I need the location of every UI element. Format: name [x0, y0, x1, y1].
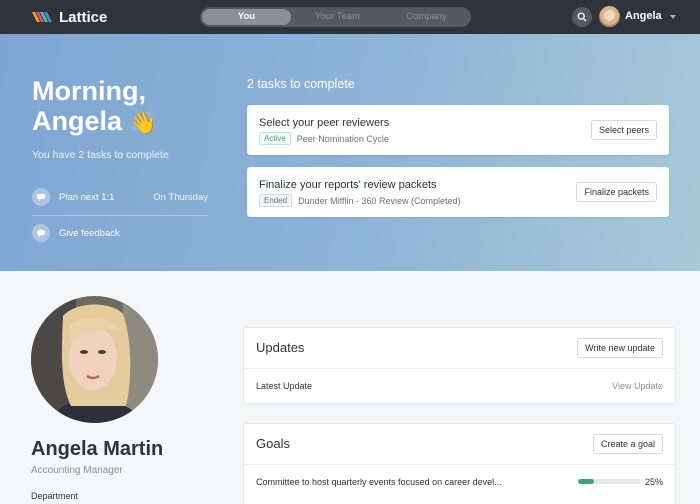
give-feedback[interactable]: Give feedback: [32, 222, 208, 244]
status-badge: Active: [259, 132, 291, 145]
search-icon: [577, 12, 587, 22]
task-cycle: Dunder Mifflin - 360 Review (Completed): [298, 195, 461, 206]
tab-company[interactable]: Company: [382, 7, 471, 27]
tab-your-team[interactable]: Your Team: [293, 7, 382, 27]
status-badge: Ended: [259, 194, 293, 207]
top-nav: Lattice You Your Team Company Angela: [0, 0, 700, 34]
goal-title[interactable]: Committee to host quarterly events focus…: [256, 477, 502, 487]
quick-action-label: Give feedback: [59, 227, 120, 239]
updates-card: Updates Write new update Latest Update V…: [243, 327, 676, 404]
task-card: Finalize your reports' review packets En…: [247, 167, 669, 217]
goal-progress-fill: [578, 479, 594, 484]
task-title: Finalize your reports' review packets: [259, 179, 437, 191]
write-new-update-button[interactable]: Write new update: [577, 338, 663, 358]
task-card: Select your peer reviewers Active Peer N…: [247, 105, 669, 155]
quick-action-label: Plan next 1:1: [59, 191, 115, 203]
plan-next-one-on-one[interactable]: Plan next 1:1 On Thursday: [32, 186, 208, 208]
lattice-logo-icon: [32, 12, 52, 22]
department-label: Department: [31, 491, 79, 501]
search-button[interactable]: [572, 7, 592, 27]
greeting-line-2: Angela 👋: [32, 106, 157, 138]
user-menu-name[interactable]: Angela: [625, 10, 662, 22]
goals-card: Goals Create a goal Committee to host qu…: [243, 423, 676, 504]
greeting-name: Angela: [32, 106, 123, 136]
select-peers-button[interactable]: Select peers: [590, 120, 657, 140]
tasks-heading: 2 tasks to complete: [247, 77, 355, 91]
profile-name: Angela Martin: [31, 438, 164, 460]
waving-hand-icon: 👋: [129, 110, 157, 135]
latest-update-label: Latest Update: [256, 381, 313, 391]
list-item: Latest Update View Update: [244, 369, 675, 403]
chat-bubble-icon: [32, 188, 50, 206]
view-update-link[interactable]: View Update: [612, 381, 663, 391]
profile-photo: [31, 296, 158, 423]
task-title: Select your peer reviewers: [259, 117, 390, 129]
create-goal-button[interactable]: Create a goal: [592, 434, 663, 454]
updates-header: Updates Write new update: [244, 328, 675, 369]
goal-progress-percent: 25%: [644, 477, 663, 487]
task-meta: Active Peer Nomination Cycle: [259, 132, 389, 145]
profile-role: Accounting Manager: [31, 465, 123, 476]
finalize-packets-button[interactable]: Finalize packets: [576, 182, 657, 202]
feedback-bubble-icon: [32, 224, 50, 242]
quick-action-meta: On Thursday: [153, 191, 208, 203]
divider: [32, 215, 208, 216]
chevron-down-icon[interactable]: [670, 15, 676, 19]
tab-you[interactable]: You: [202, 9, 291, 25]
goals-title: Goals: [256, 436, 290, 451]
goal-progress-bar: [578, 479, 641, 484]
tasks-summary: You have 2 tasks to complete: [32, 149, 169, 161]
goals-header: Goals Create a goal: [244, 424, 675, 465]
updates-title: Updates: [256, 340, 305, 355]
view-switcher: You Your Team Company: [200, 7, 471, 27]
avatar[interactable]: [599, 6, 620, 27]
task-meta: Ended Dunder Mifflin - 360 Review (Compl…: [259, 194, 461, 207]
greeting-line-1: Morning,: [32, 76, 146, 106]
welcome-hero: Morning, Angela 👋 You have 2 tasks to co…: [0, 34, 700, 271]
lattice-logo[interactable]: Lattice: [31, 8, 108, 26]
goal-row[interactable]: Committee to host quarterly events focus…: [244, 465, 675, 499]
task-cycle: Peer Nomination Cycle: [296, 133, 389, 144]
app-name: Lattice: [59, 8, 108, 26]
greeting: Morning, Angela 👋: [32, 76, 157, 138]
